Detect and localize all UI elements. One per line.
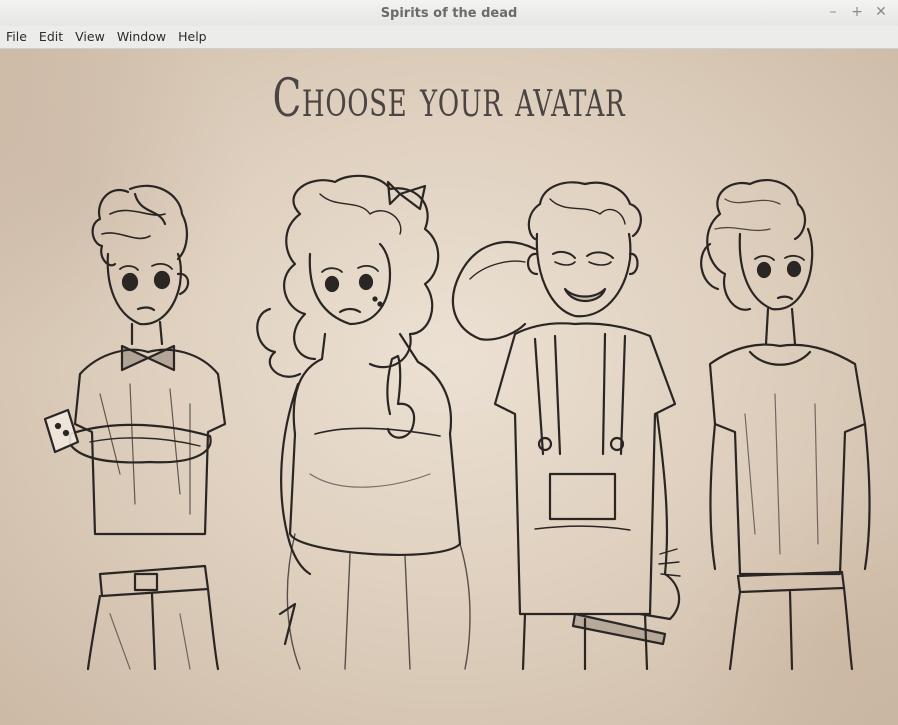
- menu-file[interactable]: File: [0, 26, 33, 48]
- girl-with-bun-sketch: [700, 179, 871, 671]
- maximize-icon[interactable]: +: [848, 3, 866, 21]
- avatar-boy-in-overalls[interactable]: [425, 174, 710, 671]
- menu-view[interactable]: View: [69, 26, 111, 48]
- window-controls: – + ✕: [824, 3, 890, 21]
- menu-window[interactable]: Window: [111, 26, 172, 48]
- menu-bar: File Edit View Window Help: [0, 26, 898, 49]
- avatar-boy-with-card[interactable]: [40, 174, 255, 671]
- avatar-selection: [40, 174, 871, 674]
- minimize-icon[interactable]: –: [824, 3, 842, 21]
- title-bar[interactable]: Spirits of the dead – + ✕: [0, 0, 898, 27]
- window-title: Spirits of the dead: [380, 5, 518, 21]
- menu-edit[interactable]: Edit: [33, 26, 69, 48]
- boy-with-card-sketch: [43, 184, 227, 671]
- avatar-girl-with-bun[interactable]: [680, 174, 871, 671]
- menu-help[interactable]: Help: [172, 26, 213, 48]
- boy-in-overalls-sketch: [451, 181, 681, 671]
- close-icon[interactable]: ✕: [872, 3, 890, 21]
- choose-avatar-heading: Choose your avatar: [272, 69, 626, 129]
- game-window: Spirits of the dead – + ✕ File Edit View…: [0, 0, 898, 725]
- game-canvas: Choose your avatar: [0, 49, 898, 725]
